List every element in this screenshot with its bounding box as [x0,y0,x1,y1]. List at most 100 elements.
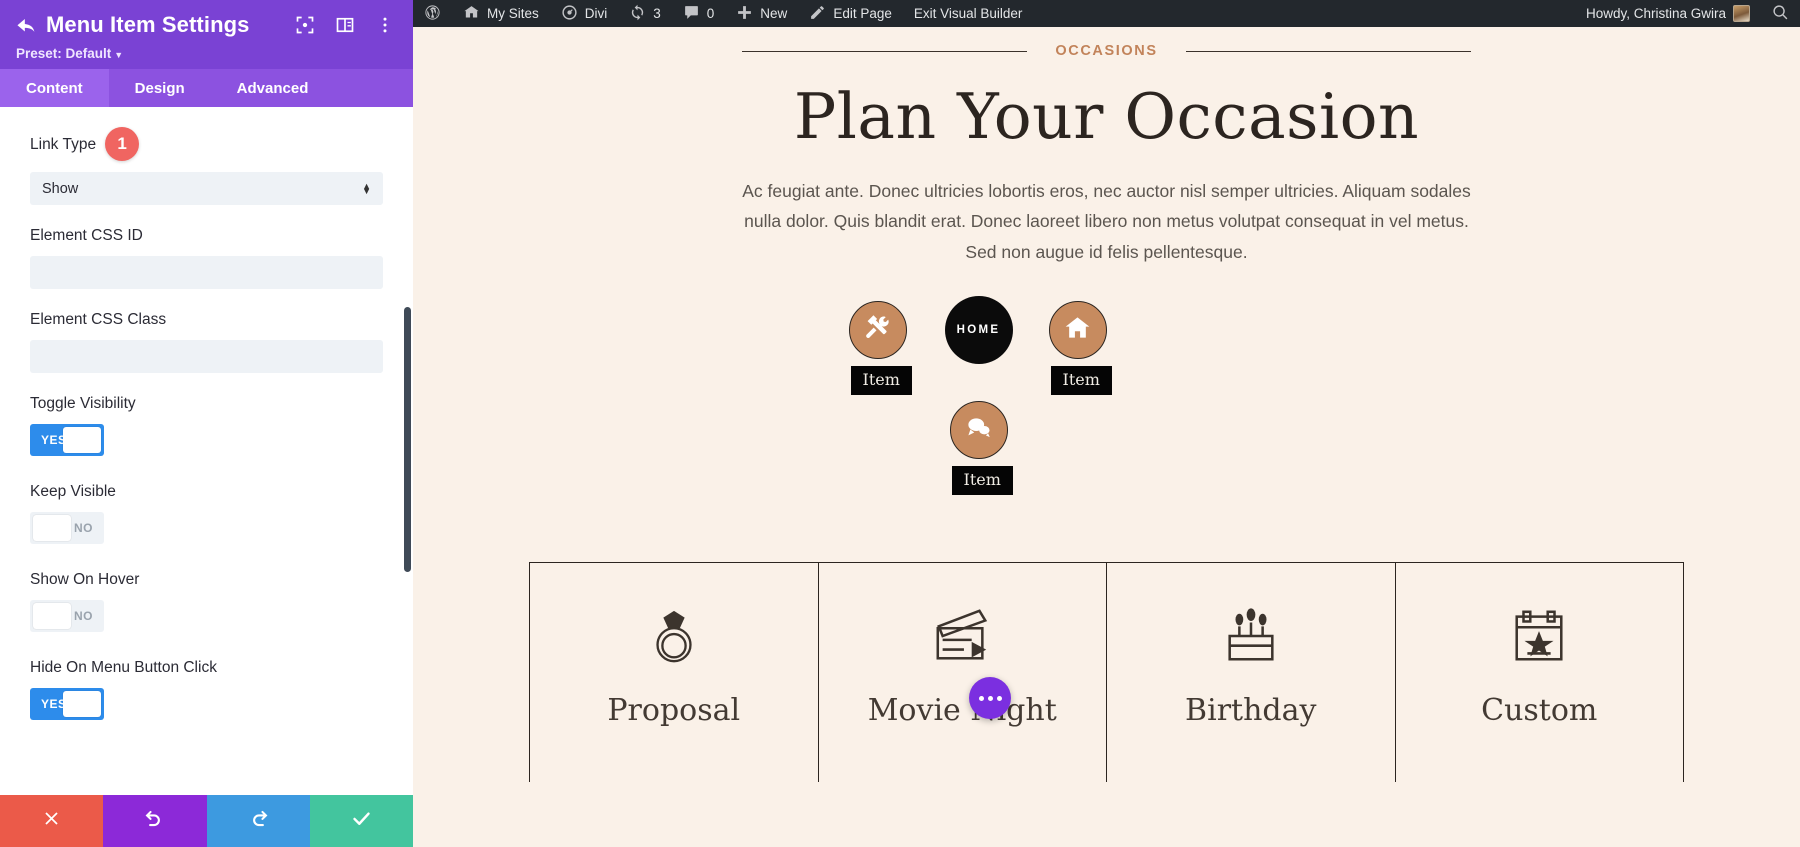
screen-root: My Sites Divi 3 0 New Edit Page Exit Vis… [0,0,1800,847]
field-keep-visible: Keep Visible NO [30,483,383,549]
menu-item-chat[interactable] [949,400,1008,459]
tab-advanced[interactable]: Advanced [211,69,335,107]
menu-item-house[interactable] [1048,300,1107,359]
field-toggle-visibility: Toggle Visibility YES [30,395,383,461]
toggle-knob [33,603,71,630]
toggle-visibility-switch[interactable]: YES [30,424,104,457]
home-label: HOME [956,323,1001,336]
keep-visible-switch[interactable]: NO [30,512,104,545]
field-label: Element CSS Class [30,311,167,329]
adminbar-item-edit-page[interactable]: Edit Page [798,0,903,27]
menu-item-tools[interactable] [848,300,907,359]
page-title: Menu Item Settings [46,12,250,37]
card-proposal[interactable]: Proposal [530,563,819,782]
css-id-input[interactable] [30,256,383,290]
clapperboard-icon [931,597,993,675]
panel-header-icons [295,15,399,35]
adminbar-label: 3 [653,6,661,21]
adminbar-item-new[interactable]: New [725,0,798,27]
tab-content[interactable]: Content [0,69,109,108]
adminbar-label: Exit Visual Builder [913,6,1023,21]
field-hide-on-menu-button-click: Hide On Menu Button Click YES [30,659,383,725]
field-show-on-hover: Show On Hover NO [30,571,383,637]
focus-frame-icon[interactable] [295,15,315,35]
settings-panel-body: Link Type 1 Show ▲ ▼ Element CSS ID Eleme… [0,107,413,795]
chat-bubbles-icon [965,414,992,446]
eyebrow-rule-left [742,50,1028,52]
field-label: Hide On Menu Button Click [30,659,217,677]
adminbar-search-button[interactable] [1761,0,1800,27]
occasion-cards: Proposal Movie Night Birthday Custom [529,562,1684,782]
settings-tabs: Content Design Advanced [0,69,413,108]
hide-on-menu-button-click-switch[interactable]: YES [30,688,104,721]
wordpress-logo-icon [424,4,441,24]
adminbar-label: My Sites [487,6,539,21]
updates-icon [629,4,646,24]
adminbar-label: Divi [584,6,608,21]
redo-button[interactable] [206,795,310,847]
howdy-label: Howdy, Christina Gwira [1585,6,1726,21]
field-label-wrapper: Link Type 1 [30,127,383,162]
field-label: Link Type [30,136,97,154]
field-label: Element CSS ID [30,227,143,245]
panel-header-row: Menu Item Settings [14,12,399,38]
save-button[interactable] [309,795,413,847]
redo-icon [248,808,269,834]
card-label: Movie Night [867,693,1057,728]
sites-icon [463,4,480,24]
more-options-icon[interactable] [969,677,1011,719]
kebab-menu-icon[interactable] [375,15,395,35]
adminbar-item-divi[interactable]: Divi [550,0,619,27]
wp-admin-bar: My Sites Divi 3 0 New Edit Page Exit Vis… [413,0,1800,27]
settings-panel-header: Menu Item Settings Preset: Default ▼ [0,0,413,70]
menu-items-group: Item HOME Item Item [827,293,1387,513]
link-type-select[interactable]: Show ▲ ▼ [30,172,383,206]
adminbar-item-my-sites[interactable]: My Sites [452,0,550,27]
show-on-hover-switch[interactable]: NO [30,600,104,633]
back-arrow-icon[interactable] [14,12,40,38]
adminbar-item-updates[interactable]: 3 [618,0,672,27]
birthday-cake-icon [1220,597,1282,675]
toggle-knob [33,515,71,542]
field-link-type: Link Type 1 Show ▲ ▼ [30,127,383,206]
select-arrows-icon: ▲ ▼ [362,180,371,196]
settings-panel-footer [0,795,413,847]
close-icon [41,808,62,834]
status-badge: 1 [105,127,140,162]
divi-icon [561,4,578,24]
card-custom[interactable]: Custom [1396,563,1684,782]
field-label: Show On Hover [30,571,140,589]
css-class-input[interactable] [30,340,383,374]
adminbar-item-howdy[interactable]: Howdy, Christina Gwira [1575,0,1761,27]
eyebrow-label: OCCASIONS [1055,43,1158,59]
field-css-id: Element CSS ID [30,227,383,290]
page-paragraph: Ac feugiat ante. Donec ultricies loborti… [742,181,1471,262]
avatar [1733,5,1750,22]
adminbar-label: New [760,6,788,21]
ring-icon [643,597,705,675]
card-birthday[interactable]: Birthday [1107,563,1396,782]
plus-icon [736,4,753,24]
undo-button[interactable] [103,795,207,847]
field-label: Keep Visible [30,483,116,501]
adminbar-item-exit-visual-builder[interactable]: Exit Visual Builder [903,0,1034,27]
card-label: Custom [1481,693,1598,728]
preset-selector[interactable]: Preset: Default ▼ [16,46,399,61]
adminbar-item-comments[interactable]: 0 [672,0,726,27]
link-type-value: Show [42,180,79,197]
panel-scrollbar[interactable] [404,307,411,573]
card-movie-night[interactable]: Movie Night [819,563,1107,782]
tools-icon [864,314,891,346]
adminbar-label: 0 [706,6,715,21]
adminbar-item-wordpress[interactable] [413,0,452,27]
cancel-button[interactable] [0,795,104,847]
layout-columns-icon[interactable] [335,15,355,35]
toggle-knob [63,427,101,454]
menu-item-chip-chat: Item [951,465,1013,495]
tab-design[interactable]: Design [109,69,211,107]
menu-item-home-button[interactable]: HOME [944,295,1013,364]
home-icon [1064,314,1091,346]
menu-item-chip-house: Item [1050,365,1112,395]
pencil-icon [809,4,826,24]
preset-label: Preset: Default [16,46,112,62]
